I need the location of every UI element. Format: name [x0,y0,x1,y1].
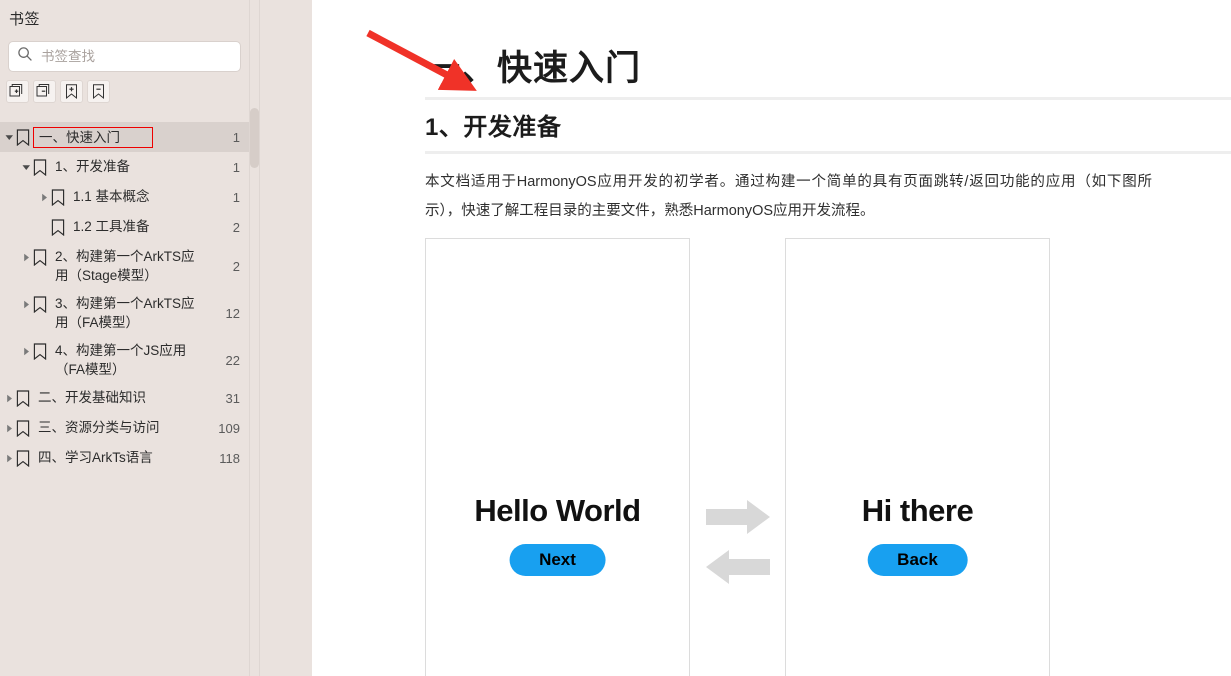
bookmark-icon [32,248,48,267]
bookmark-label: 四、学习ArkTs语言 [38,450,153,465]
bookmark-tree: 一、快速入门 1 1、开发准备 1 1.1 基本概念 1 1.2 工具准备 2 2、构建第一个A… [0,122,249,676]
bookmark-label: 1、开发准备 [55,159,131,174]
chevron-down-icon[interactable] [20,158,32,177]
bookmark-page-number: 1 [232,160,240,175]
bookmark-label: 4、构建第一个JS应用（FA模型） [55,343,187,377]
bookmark-label: 1.1 基本概念 [73,189,150,204]
bookmark-page-number: 1 [232,130,240,145]
document-page: 一、快速入门 1、开发准备 本文档适用于HarmonyOS应用开发的初学者。通过… [312,0,1231,676]
bookmark-page-number: 109 [218,421,240,436]
bookmark-item[interactable]: 一、快速入门 1 [0,122,249,152]
bookmark-item[interactable]: 3、构建第一个ArkTS应用（FA模型） 12 [0,289,249,336]
arrow-right-icon [706,499,770,539]
chevron-right-icon[interactable] [3,419,15,438]
document-viewer[interactable]: 一、快速入门 1、开发准备 本文档适用于HarmonyOS应用开发的初学者。通过… [312,0,1231,676]
chevron-down-icon[interactable] [3,128,15,147]
bookmark-label: 2、构建第一个ArkTS应用（Stage模型） [55,249,195,283]
bookmark-page-number: 2 [232,258,240,274]
bookmark-label: 一、快速入门 [33,127,153,148]
sidebar-scrollbar-track[interactable] [249,0,260,676]
bookmarks-sidebar: 书签 书签查找 一、快速入门 1 1、开发准备 1 1.1 基本概念 1 1.2… [0,0,312,676]
bookmark-toolbar [6,80,110,103]
collapse-all-button[interactable] [33,80,56,103]
bookmark-label: 1.2 工具准备 [73,219,150,234]
chevron-right-icon[interactable] [3,449,15,468]
bookmark-icon [32,342,48,361]
bookmark-page-number: 118 [219,451,240,466]
pdf-reader-window: 书签 书签查找 一、快速入门 1 1、开发准备 1 1.1 基本概念 1 1.2… [0,0,1231,676]
section-heading: 1、开发准备 [425,114,1231,154]
bookmark-item[interactable]: 1.1 基本概念 1 [0,182,249,212]
phone-mockup-right: Hi there Back [785,237,1050,676]
chevron-right-icon[interactable] [20,248,32,267]
bookmark-page-number: 1 [232,190,240,205]
bookmark-icon [15,449,31,468]
search-icon [17,46,33,67]
bookmark-item[interactable]: 1、开发准备 1 [0,152,249,182]
bookmark-item[interactable]: 1.2 工具准备 2 [0,212,249,242]
next-button[interactable]: Next [509,543,606,576]
sidebar-scrollbar-thumb[interactable] [250,108,259,168]
arrow-left-icon [706,549,770,589]
chevron-right-icon[interactable] [20,295,32,314]
sidebar-header: 书签 [0,0,249,36]
expand-all-button[interactable] [6,80,29,103]
bookmark-icon [15,389,31,408]
add-bookmark-button[interactable] [60,80,83,103]
search-input[interactable] [41,49,221,64]
chevron-right-icon[interactable] [38,188,50,207]
sidebar-title: 书签 [9,10,41,28]
bookmark-page-number: 22 [225,352,240,368]
bookmark-item[interactable]: 三、资源分类与访问 109 [0,413,249,443]
bookmark-item[interactable]: 二、开发基础知识 31 [0,383,249,413]
bookmark-item[interactable]: 4、构建第一个JS应用（FA模型） 22 [0,336,249,383]
search-box[interactable] [8,41,241,72]
bookmark-icon [32,158,48,177]
bookmark-label: 二、开发基础知识 [38,390,146,405]
body-paragraph: 本文档适用于HarmonyOS应用开发的初学者。通过构建一个简单的具有页面跳转/… [425,173,1152,219]
bookmark-page-number: 12 [225,305,240,321]
sidebar-gutter [261,0,312,676]
bookmark-search [8,41,241,72]
page-title: 一、快速入门 [425,48,1231,100]
bookmark-page-number: 2 [232,220,240,235]
bookmark-item[interactable]: 2、构建第一个ArkTS应用（Stage模型） 2 [0,242,249,289]
phone-mockup-left: Hello World Next [425,237,690,676]
right-screen-text: Hi there [861,492,974,528]
bookmark-icon [15,419,31,438]
bookmark-icon [50,218,66,237]
bookmark-icon [50,188,66,207]
transition-arrows [690,238,785,676]
bookmark-icon [32,295,48,314]
bookmark-label: 3、构建第一个ArkTS应用（FA模型） [55,296,195,330]
chevron-right-icon[interactable] [3,389,15,408]
bookmark-page-number: 31 [225,391,240,406]
left-screen-text: Hello World [474,492,641,528]
bookmark-icon [15,128,31,147]
remove-bookmark-button[interactable] [87,80,110,103]
bookmark-label: 三、资源分类与访问 [38,420,160,435]
bookmark-item[interactable]: 四、学习ArkTs语言 118 [0,443,249,473]
app-flow-figure: Hello World Next Hi there Back [425,237,1215,676]
chevron-right-icon[interactable] [20,342,32,361]
back-button[interactable]: Back [867,543,968,576]
